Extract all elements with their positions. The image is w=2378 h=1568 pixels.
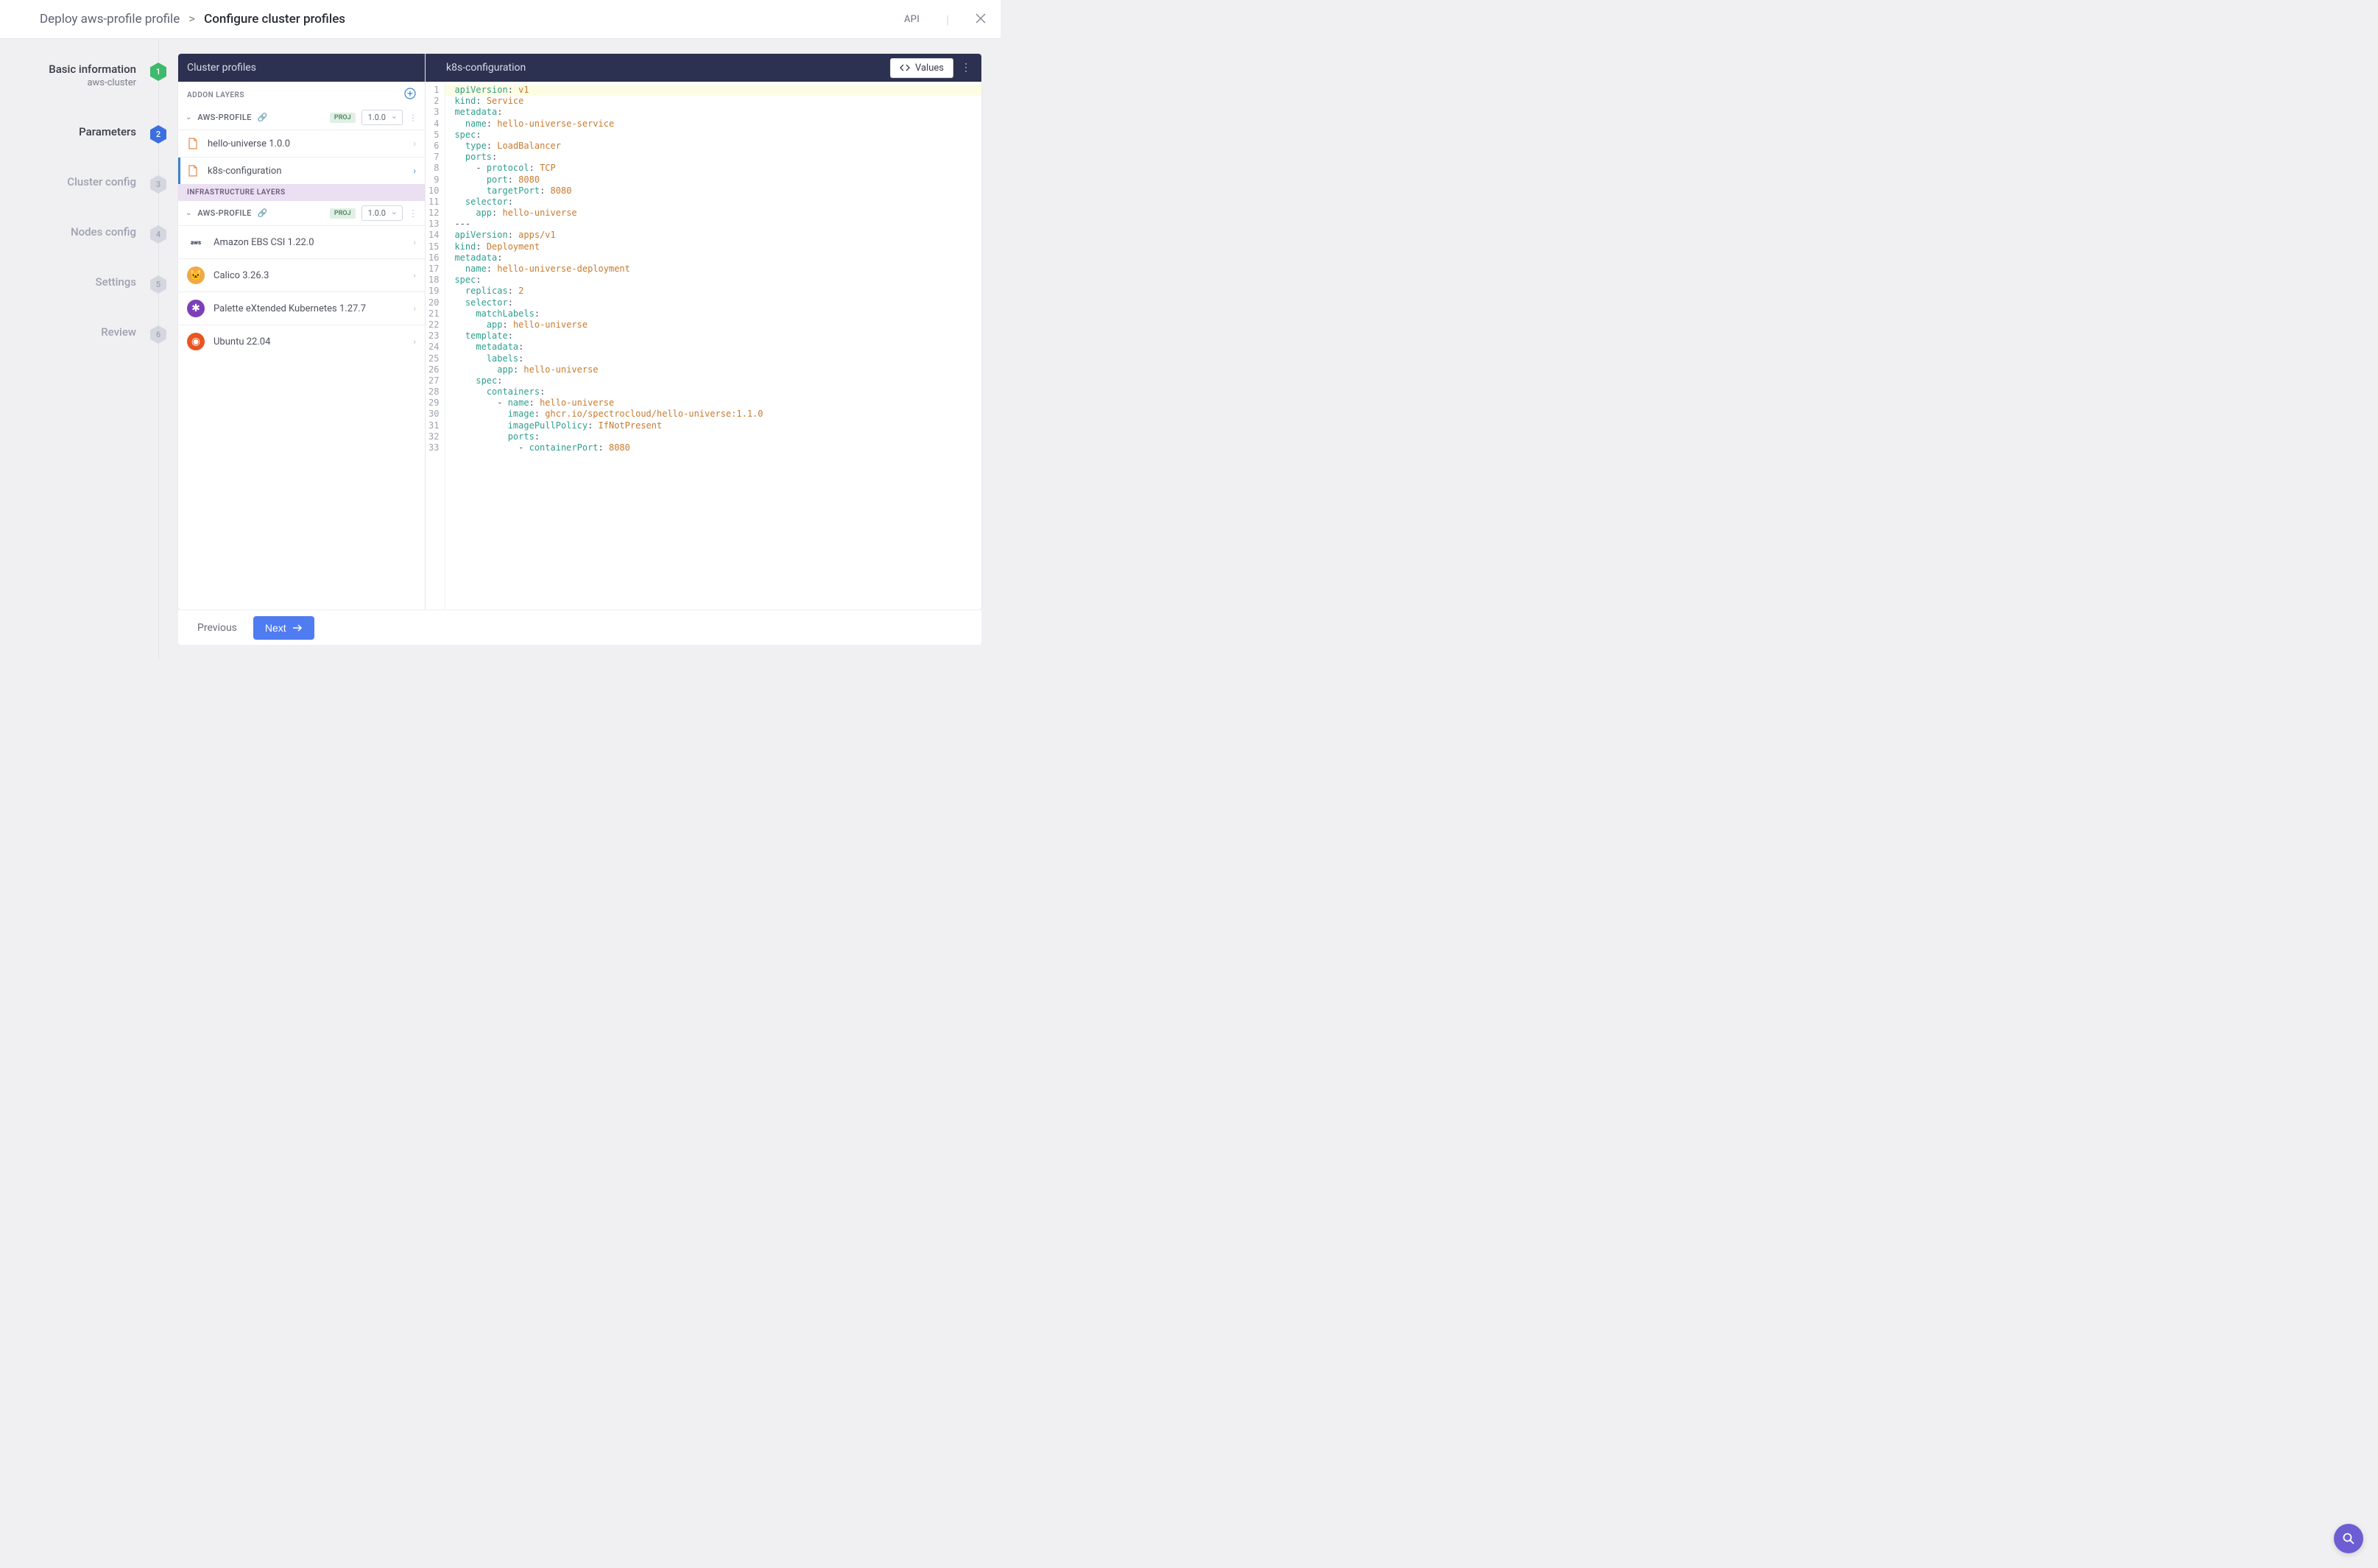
layer-name: Palette eXtended Kubernetes 1.27.7 (214, 303, 366, 314)
chevron-right-icon: › (413, 270, 416, 280)
step-title: Review (101, 325, 136, 339)
link-icon[interactable]: 🔗 (258, 208, 268, 218)
infra-layer-item[interactable]: aws Amazon EBS CSI 1.22.0 › (178, 225, 425, 258)
step-hexagon: 5 (150, 275, 166, 294)
add-addon-button[interactable] (404, 88, 416, 102)
code-icon (900, 63, 910, 72)
collapse-toggle[interactable]: ⌄ (186, 209, 191, 217)
close-icon (975, 13, 986, 24)
scope-badge: PROJ (330, 208, 356, 219)
search-icon (2342, 1532, 2355, 1545)
editor-menu[interactable]: ⋮ (956, 62, 975, 74)
code-content[interactable]: apiVersion: v1kind: Servicemetadata: nam… (445, 82, 981, 610)
step-subtitle: aws-cluster (49, 77, 136, 88)
topbar: Deploy aws-profile profile > Configure c… (0, 0, 1001, 39)
step-5[interactable]: Settings 5 (0, 274, 158, 324)
layer-name: Calico 3.26.3 (214, 270, 269, 281)
infra-layers-header: INFRASTRUCTURE LAYERS (178, 184, 425, 201)
next-button[interactable]: Next (253, 616, 314, 640)
step-title: Parameters (79, 125, 136, 138)
chevron-right-icon: › (413, 166, 416, 176)
chevron-right-icon: › (413, 336, 416, 347)
layer-name: k8s-configuration (208, 166, 282, 177)
step-2[interactable]: Parameters 2 (0, 124, 158, 174)
step-hexagon: 4 (150, 225, 166, 244)
pack-icon: ◉ (187, 333, 205, 350)
addon-layers-header: ADDON LAYERS (178, 82, 425, 105)
line-gutter: 1234567891011121314151617181920212223242… (426, 82, 445, 610)
profiles-panel: Cluster profiles ADDON LAYERS ⌄ AWS-PROF… (178, 54, 426, 610)
editor-panel: k8s-configuration Values ⋮ 1234567891011… (426, 54, 981, 610)
step-title: Settings (95, 275, 136, 289)
pack-icon: ✱ (187, 300, 205, 317)
previous-button[interactable]: Previous (190, 618, 244, 638)
pack-icon: aws (187, 233, 205, 251)
pack-icon: 🐱 (187, 266, 205, 284)
profiles-panel-title: Cluster profiles (187, 62, 256, 74)
manifest-icon (187, 165, 199, 177)
step-3[interactable]: Cluster config 3 (0, 174, 158, 224)
chevron-right-icon: › (413, 138, 416, 149)
breadcrumb: Deploy aws-profile profile > Configure c… (40, 12, 345, 27)
step-title: Nodes config (71, 225, 136, 239)
infra-profile-row: ⌄ AWS-PROFILE 🔗 PROJ 1.0.0 ⋮ (178, 201, 425, 225)
yaml-editor[interactable]: 1234567891011121314151617181920212223242… (426, 82, 981, 610)
editor-panel-header: k8s-configuration Values ⋮ (426, 54, 981, 82)
version-select[interactable]: 1.0.0 (361, 110, 403, 125)
step-title: Cluster config (67, 175, 136, 188)
scope-badge: PROJ (330, 113, 356, 123)
addon-layer-item[interactable]: hello-universe 1.0.0 › (178, 130, 425, 157)
step-hexagon: 6 (150, 325, 166, 344)
step-hexagon: 3 (150, 175, 166, 194)
chevron-right-icon: › (413, 303, 416, 314)
arrow-right-icon (292, 624, 303, 632)
plus-circle-icon (404, 88, 416, 99)
profile-name[interactable]: AWS-PROFILE (197, 208, 251, 218)
collapse-toggle[interactable]: ⌄ (186, 113, 191, 121)
step-1[interactable]: Basic information aws-cluster 1 (0, 61, 158, 124)
step-4[interactable]: Nodes config 4 (0, 224, 158, 274)
addon-layer-item[interactable]: k8s-configuration › (178, 157, 425, 184)
profiles-panel-header: Cluster profiles (178, 54, 425, 82)
step-hexagon: 1 (150, 63, 166, 81)
breadcrumb-sep: > (188, 12, 195, 27)
wizard-sidebar: Basic information aws-cluster 1 Paramete… (0, 39, 159, 660)
step-hexagon: 2 (150, 125, 166, 144)
wizard-footer: Previous Next (178, 610, 981, 645)
addon-profile-row: ⌄ AWS-PROFILE 🔗 PROJ 1.0.0 ⋮ (178, 105, 425, 130)
breadcrumb-root[interactable]: Deploy aws-profile profile (40, 12, 180, 27)
infra-layer-item[interactable]: ✱ Palette eXtended Kubernetes 1.27.7 › (178, 292, 425, 325)
api-link[interactable]: API (904, 14, 920, 25)
chevron-right-icon: › (413, 237, 416, 247)
step-6[interactable]: Review 6 (0, 324, 158, 374)
profile-menu[interactable]: ⋮ (409, 208, 417, 219)
infra-layer-item[interactable]: ◉ Ubuntu 22.04 › (178, 325, 425, 358)
help-fab[interactable] (2334, 1524, 2363, 1553)
layer-name: Ubuntu 22.04 (214, 336, 270, 347)
breadcrumb-current: Configure cluster profiles (204, 12, 345, 27)
infra-layer-item[interactable]: 🐱 Calico 3.26.3 › (178, 258, 425, 292)
step-title: Basic information (49, 63, 136, 76)
values-button[interactable]: Values (890, 58, 953, 78)
version-select[interactable]: 1.0.0 (361, 205, 403, 221)
link-icon[interactable]: 🔗 (258, 113, 268, 122)
close-button[interactable] (975, 12, 986, 27)
profile-menu[interactable]: ⋮ (409, 113, 417, 123)
layer-name: Amazon EBS CSI 1.22.0 (214, 237, 314, 248)
profile-name[interactable]: AWS-PROFILE (197, 113, 251, 122)
manifest-icon (187, 138, 199, 149)
layer-name: hello-universe 1.0.0 (208, 138, 290, 149)
editor-title: k8s-configuration (446, 62, 526, 74)
